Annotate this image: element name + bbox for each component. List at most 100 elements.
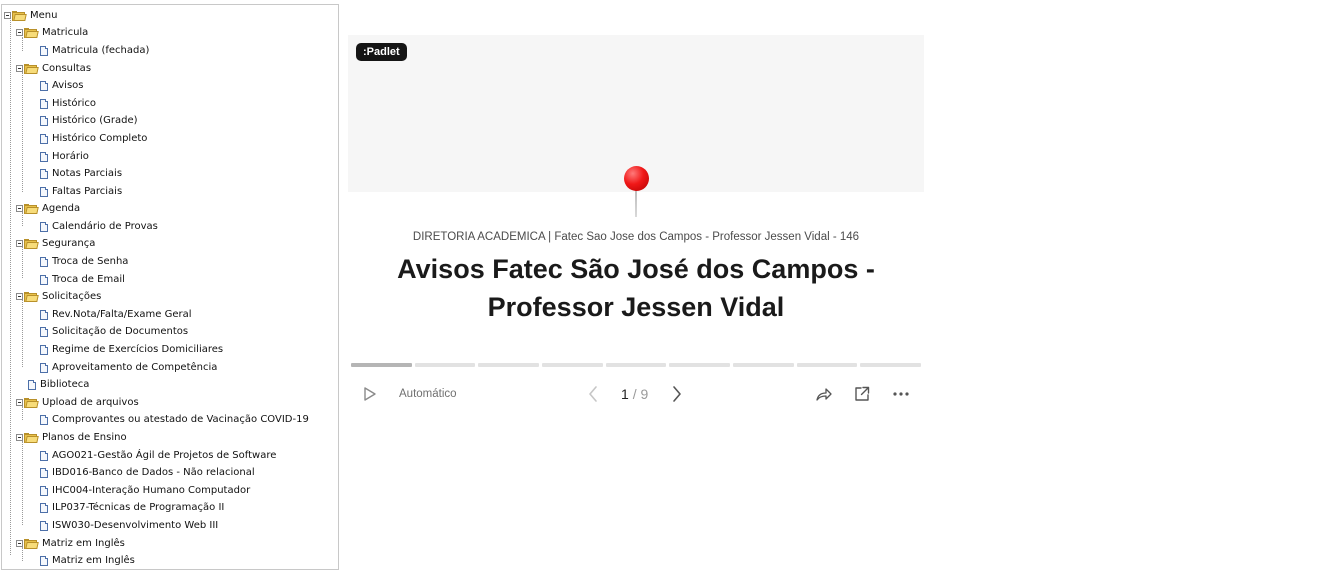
tree-label: Agenda bbox=[42, 203, 81, 214]
tree-item-matriz-ingles[interactable]: Matriz em Inglês bbox=[40, 552, 135, 569]
tree-label: Aproveitamento de Competência bbox=[52, 362, 218, 373]
tree-label: Comprovantes ou atestado de Vacinação CO… bbox=[52, 414, 309, 425]
autoplay-label[interactable]: Automático bbox=[399, 384, 457, 404]
padlet-subtitle: DIRETORIA ACADEMICA | Fatec Sao Jose dos… bbox=[412, 231, 860, 243]
document-icon bbox=[40, 98, 48, 109]
progress-segment[interactable] bbox=[733, 363, 794, 367]
open-external-button[interactable] bbox=[852, 384, 872, 404]
tree-item-comprovantes-vacinacao[interactable]: Comprovantes ou atestado de Vacinação CO… bbox=[40, 411, 309, 428]
progress-segment[interactable] bbox=[669, 363, 731, 367]
progress-segment[interactable] bbox=[478, 363, 540, 367]
tree-item-notas-parciais[interactable]: Notas Parciais bbox=[40, 165, 122, 182]
folder-open-icon bbox=[12, 10, 27, 21]
collapse-toggle-icon[interactable] bbox=[4, 12, 11, 19]
tree-label: Calendário de Provas bbox=[52, 221, 158, 232]
tree-label: Solicitação de Documentos bbox=[52, 326, 189, 337]
tree-label: Consultas bbox=[42, 63, 92, 74]
tree-item-biblioteca[interactable]: Biblioteca bbox=[28, 376, 89, 393]
collapse-toggle-icon[interactable] bbox=[16, 29, 23, 36]
padlet-embed: :Padlet DIRETORIA ACADEMICA | Fatec Sao … bbox=[348, 35, 924, 435]
tree-item-troca-email[interactable]: Troca de Email bbox=[40, 271, 125, 288]
collapse-toggle-icon[interactable] bbox=[16, 65, 23, 72]
tree-item-historico[interactable]: Histórico bbox=[40, 95, 96, 112]
document-icon bbox=[40, 151, 48, 162]
tree-item-calendario-provas[interactable]: Calendário de Provas bbox=[40, 218, 158, 235]
more-options-button[interactable] bbox=[891, 384, 911, 404]
tree-label: Matriz em Inglês bbox=[52, 555, 135, 566]
chevron-right-icon bbox=[673, 386, 681, 402]
tree-label: Planos de Ensino bbox=[42, 432, 127, 443]
tree-item-ilp037[interactable]: ILP037-Técnicas de Programação II bbox=[40, 499, 224, 516]
open-external-icon bbox=[855, 386, 870, 401]
progress-segment[interactable] bbox=[605, 363, 667, 367]
collapse-toggle-icon[interactable] bbox=[16, 540, 23, 547]
tree-label: Troca de Senha bbox=[52, 256, 129, 267]
document-icon bbox=[40, 450, 48, 461]
tree-guide-line bbox=[10, 17, 11, 555]
tree-item-ibd016[interactable]: IBD016-Banco de Dados - Não relacional bbox=[40, 464, 255, 481]
tree-guide-line bbox=[22, 300, 23, 367]
share-button[interactable] bbox=[814, 384, 834, 404]
folder-open-icon bbox=[24, 27, 39, 38]
collapse-toggle-icon[interactable] bbox=[16, 399, 23, 406]
tree-folder-seguranca[interactable]: Segurança bbox=[16, 235, 95, 252]
progress-segment[interactable] bbox=[414, 363, 476, 367]
tree-item-regime-exercicios[interactable]: Regime de Exercícios Domiciliares bbox=[40, 341, 223, 358]
document-icon bbox=[40, 45, 48, 56]
collapse-toggle-icon[interactable] bbox=[16, 205, 23, 212]
tree-folder-planos[interactable]: Planos de Ensino bbox=[16, 429, 127, 446]
tree-folder-solicitacoes[interactable]: Solicitações bbox=[16, 288, 101, 305]
tree-guide-line bbox=[22, 441, 23, 525]
tree-item-solicitacao-documentos[interactable]: Solicitação de Documentos bbox=[40, 323, 188, 340]
tree-folder-agenda[interactable]: Agenda bbox=[16, 200, 80, 217]
tree-item-isw030[interactable]: ISW030-Desenvolvimento Web III bbox=[40, 517, 218, 534]
previous-button[interactable] bbox=[584, 384, 602, 404]
tree-label: Rev.Nota/Falta/Exame Geral bbox=[52, 309, 192, 320]
document-icon bbox=[40, 520, 48, 531]
tree-label: ISW030-Desenvolvimento Web III bbox=[52, 520, 219, 531]
tree-item-historico-completo[interactable]: Histórico Completo bbox=[40, 130, 147, 147]
tree-item-matricula-fechada[interactable]: Matricula (fechada) bbox=[40, 42, 149, 59]
tree-item-ihc004[interactable]: IHC004-Interação Humano Computador bbox=[40, 482, 250, 499]
document-icon bbox=[40, 256, 48, 267]
play-icon bbox=[364, 387, 376, 401]
next-button[interactable] bbox=[668, 384, 686, 404]
share-icon bbox=[816, 388, 832, 401]
slideshow-controls: Automático 1 / 9 bbox=[348, 381, 924, 407]
padlet-logo-badge[interactable]: :Padlet bbox=[356, 43, 407, 61]
tree-item-faltas-parciais[interactable]: Faltas Parciais bbox=[40, 183, 122, 200]
tree-folder-consultas[interactable]: Consultas bbox=[16, 60, 91, 77]
page-current: 1 bbox=[621, 386, 629, 402]
tree-item-aproveitamento[interactable]: Aproveitamento de Competência bbox=[40, 359, 217, 376]
document-icon bbox=[40, 186, 48, 197]
tree-item-ago021[interactable]: AGO021-Gestão Ágil de Projetos de Softwa… bbox=[40, 447, 276, 464]
document-icon bbox=[40, 485, 48, 496]
progress-segment[interactable] bbox=[542, 363, 603, 367]
tree-item-horario[interactable]: Horário bbox=[40, 148, 89, 165]
tree-item-historico-grade[interactable]: Histórico (Grade) bbox=[40, 112, 138, 129]
tree-folder-upload[interactable]: Upload de arquivos bbox=[16, 394, 139, 411]
document-icon bbox=[40, 115, 48, 126]
progress-segment[interactable] bbox=[796, 363, 858, 367]
tree-folder-matricula[interactable]: Matricula bbox=[16, 24, 88, 41]
progress-segment[interactable] bbox=[860, 363, 922, 367]
collapse-toggle-icon[interactable] bbox=[16, 434, 23, 441]
tree-folder-matriz[interactable]: Matriz em Inglês bbox=[16, 535, 125, 552]
play-button[interactable] bbox=[361, 384, 379, 404]
document-icon bbox=[40, 414, 48, 425]
collapse-toggle-icon[interactable] bbox=[16, 240, 23, 247]
tree-label: Matricula (fechada) bbox=[52, 45, 150, 56]
page-separator: / bbox=[632, 386, 637, 402]
progress-segment[interactable] bbox=[351, 363, 412, 367]
document-icon bbox=[40, 362, 48, 373]
tree-item-rev-nota[interactable]: Rev.Nota/Falta/Exame Geral bbox=[40, 306, 192, 323]
tree-item-avisos[interactable]: Avisos bbox=[40, 77, 84, 94]
collapse-toggle-icon[interactable] bbox=[16, 293, 23, 300]
folder-open-icon bbox=[24, 538, 39, 549]
tree-item-troca-senha[interactable]: Troca de Senha bbox=[40, 253, 128, 270]
tree-label: Histórico bbox=[52, 98, 97, 109]
document-icon bbox=[40, 326, 48, 337]
tree-root-menu[interactable]: Menu bbox=[4, 7, 57, 24]
tree-label: Solicitações bbox=[42, 291, 102, 302]
folder-open-icon bbox=[24, 397, 39, 408]
